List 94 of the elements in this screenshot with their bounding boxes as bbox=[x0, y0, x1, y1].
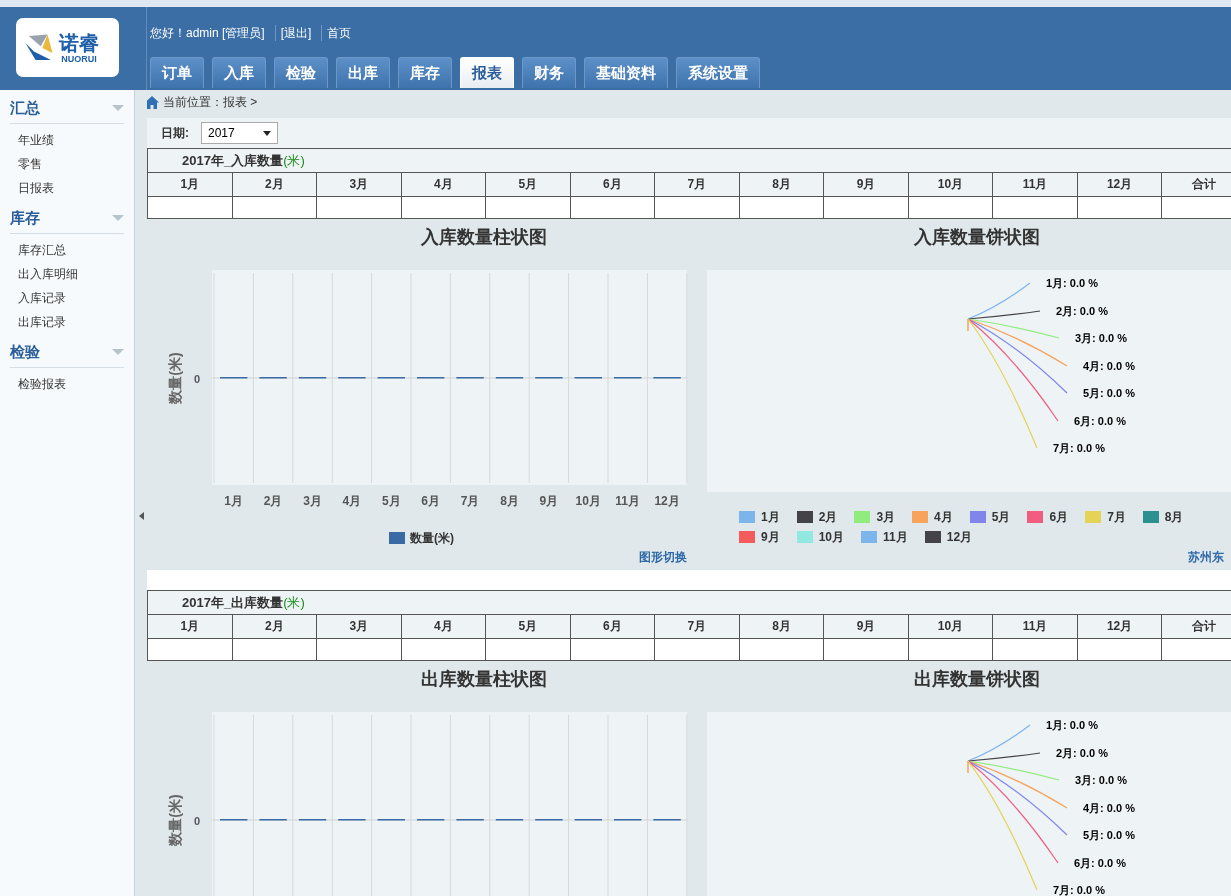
nav-tab[interactable]: 基础资料 bbox=[584, 57, 668, 88]
nav-tab[interactable]: 财务 bbox=[522, 57, 576, 88]
legend-label[interactable]: 4月 bbox=[934, 508, 953, 526]
sidebar-item[interactable]: 库存汇总 bbox=[0, 238, 134, 262]
column-header: 1月 bbox=[147, 614, 233, 639]
chart-title: 出库数量柱状图 bbox=[419, 668, 548, 691]
year-select[interactable]: 2017 bbox=[201, 122, 278, 144]
table-title: 2017年_入库数量(米) bbox=[147, 148, 1231, 173]
x-axis-label: 3月 bbox=[303, 494, 322, 508]
sidebar-item[interactable]: 出库记录 bbox=[0, 310, 134, 334]
column-header: 12月 bbox=[1077, 614, 1162, 639]
data-label: 1月: 0.0 % bbox=[1046, 719, 1098, 731]
legend-label[interactable]: 数量(米) bbox=[410, 529, 454, 547]
sidebar-item[interactable]: 零售 bbox=[0, 152, 134, 176]
table-title: 2017年_出库数量(米) bbox=[147, 590, 1231, 615]
column-header: 4月 bbox=[401, 614, 486, 639]
data-label: 1月: 0.0 % bbox=[1046, 277, 1098, 289]
legend-label[interactable]: 9月 bbox=[761, 528, 780, 546]
legend-label[interactable]: 10月 bbox=[818, 528, 845, 546]
data-label: 4月: 0.0 % bbox=[1083, 360, 1135, 372]
legend-label[interactable]: 6月 bbox=[1049, 508, 1069, 526]
legend-label[interactable]: 8月 bbox=[1164, 508, 1184, 526]
y-tick-label: 0 bbox=[193, 373, 200, 385]
x-axis-label: 9月 bbox=[539, 494, 559, 508]
y-tick-label: 0 bbox=[193, 815, 200, 827]
chart-switch-link[interactable]: 图形切换 bbox=[639, 549, 687, 566]
legend-label[interactable]: 7月 bbox=[1107, 508, 1126, 526]
filter-label: 日期: bbox=[161, 124, 189, 142]
x-axis-label: 12月 bbox=[654, 494, 680, 508]
sidebar-group-header[interactable]: 汇总 bbox=[10, 93, 124, 124]
x-axis-label: 5月 bbox=[381, 494, 401, 508]
nav-tab[interactable]: 报表 bbox=[460, 57, 514, 88]
data-label: 7月: 0.0 % bbox=[1053, 884, 1105, 896]
column-header: 10月 bbox=[908, 172, 993, 197]
column-header: 2月 bbox=[232, 172, 317, 197]
header-link[interactable]: 首页 bbox=[321, 25, 352, 41]
chart-title: 入库数量柱状图 bbox=[419, 226, 548, 249]
home-icon bbox=[145, 95, 159, 109]
x-axis-label: 1月 bbox=[224, 494, 244, 508]
sidebar-item[interactable]: 入库记录 bbox=[0, 286, 134, 310]
chart-title: 出库数量饼状图 bbox=[913, 668, 1041, 691]
column-header: 4月 bbox=[401, 172, 486, 197]
data-label: 2月: 0.0 % bbox=[1056, 747, 1108, 759]
sidebar-item[interactable]: 出入库明细 bbox=[0, 262, 134, 286]
legend-label[interactable]: 1月 bbox=[761, 508, 780, 526]
data-label: 7月: 0.0 % bbox=[1053, 442, 1105, 454]
x-axis-label: 8月 bbox=[500, 494, 519, 508]
data-label: 6月: 0.0 % bbox=[1074, 857, 1126, 869]
column-header: 12月 bbox=[1077, 172, 1162, 197]
nav-tab[interactable]: 库存 bbox=[398, 57, 452, 88]
logo-subtitle: NUORUI bbox=[61, 53, 97, 64]
legend-label[interactable]: 11月 bbox=[883, 528, 908, 546]
x-axis-label: 11月 bbox=[615, 494, 641, 508]
y-axis-label: 数量(米) bbox=[167, 794, 183, 846]
x-axis-label: 10月 bbox=[575, 494, 601, 508]
x-axis-label: 2月 bbox=[263, 494, 283, 508]
chart-title: 入库数量饼状图 bbox=[913, 226, 1041, 249]
data-label: 4月: 0.0 % bbox=[1083, 802, 1135, 814]
nav-tab[interactable]: 检验 bbox=[274, 57, 328, 88]
sidebar-group-header[interactable]: 检验 bbox=[10, 337, 124, 368]
column-header: 2月 bbox=[232, 614, 317, 639]
greeting-text: 您好！admin [管理员] bbox=[150, 25, 265, 41]
legend-label[interactable]: 12月 bbox=[946, 528, 973, 546]
data-label: 3月: 0.0 % bbox=[1075, 774, 1127, 786]
x-axis-label: 4月 bbox=[342, 494, 362, 508]
header-link[interactable]: [退出] bbox=[274, 25, 312, 41]
data-label: 5月: 0.0 % bbox=[1083, 387, 1135, 399]
legend-label[interactable]: 5月 bbox=[991, 508, 1011, 526]
x-axis-label: 6月 bbox=[421, 494, 441, 508]
nav-tab[interactable]: 入库 bbox=[212, 57, 266, 88]
data-label: 5月: 0.0 % bbox=[1083, 829, 1135, 841]
logo-name: 诺睿 bbox=[59, 31, 99, 54]
column-header: 6月 bbox=[570, 614, 655, 639]
footer-link[interactable]: 苏州东 bbox=[1188, 549, 1231, 566]
column-header: 8月 bbox=[739, 172, 824, 197]
y-axis-label: 数量(米) bbox=[167, 352, 183, 404]
nav-tab[interactable]: 系统设置 bbox=[676, 57, 760, 88]
column-header: 1月 bbox=[147, 172, 233, 197]
column-header: 6月 bbox=[570, 172, 655, 197]
column-header: 10月 bbox=[908, 614, 993, 639]
breadcrumb: 当前位置：报表 > bbox=[163, 93, 258, 111]
sidebar-group-header[interactable]: 库存 bbox=[10, 203, 124, 234]
data-label: 6月: 0.0 % bbox=[1074, 415, 1126, 427]
column-header: 8月 bbox=[739, 614, 824, 639]
sidebar-item[interactable]: 日报表 bbox=[0, 176, 134, 200]
data-label: 3月: 0.0 % bbox=[1075, 332, 1127, 344]
data-label: 2月: 0.0 % bbox=[1056, 305, 1108, 317]
legend-label[interactable]: 2月 bbox=[818, 508, 838, 526]
x-axis-label: 7月 bbox=[460, 494, 480, 508]
sidebar-item[interactable]: 年业绩 bbox=[0, 128, 134, 152]
nav-tab[interactable]: 出库 bbox=[336, 57, 390, 88]
sidebar-item[interactable]: 检验报表 bbox=[0, 372, 134, 396]
nav-tab[interactable]: 订单 bbox=[150, 57, 204, 88]
legend-label[interactable]: 3月 bbox=[876, 508, 896, 526]
